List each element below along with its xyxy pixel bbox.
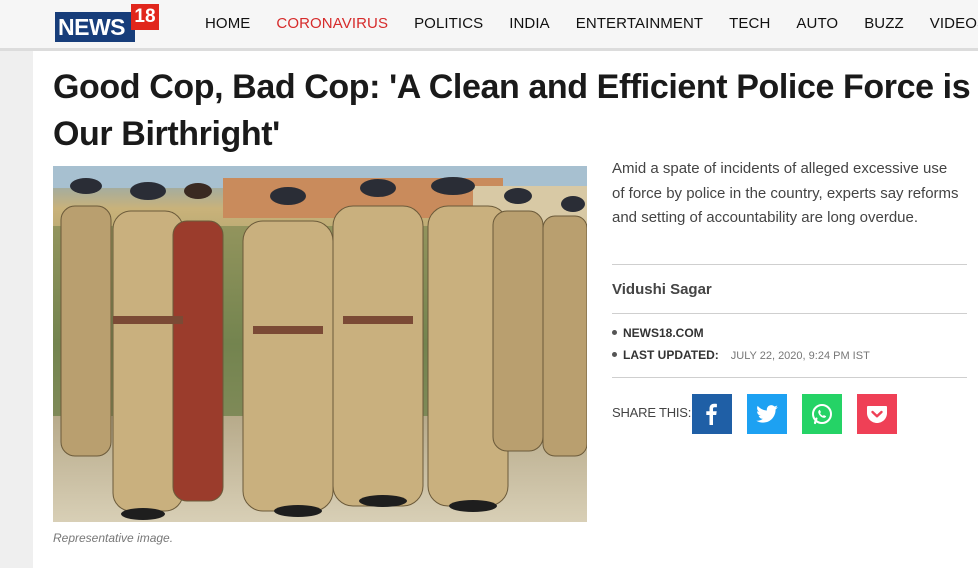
main-nav: HOME CORONAVIRUS POLITICS INDIA ENTERTAI… xyxy=(205,0,978,48)
facebook-share-button[interactable] xyxy=(692,394,732,434)
divider xyxy=(612,313,967,314)
updated-label: LAST UPDATED: xyxy=(623,348,719,362)
bullet xyxy=(612,330,617,336)
twitter-share-button[interactable] xyxy=(747,394,787,434)
logo-text: NEWS xyxy=(55,12,135,42)
twitter-icon xyxy=(756,405,778,423)
nav-item-politics[interactable]: POLITICS xyxy=(414,0,483,48)
whatsapp-share-button[interactable] xyxy=(802,394,842,434)
updated-line: LAST UPDATED: JULY 22, 2020, 9:24 PM IST xyxy=(612,348,870,362)
article-container: Good Cop, Bad Cop: 'A Clean and Efficien… xyxy=(33,51,978,568)
article-summary: Amid a spate of incidents of alleged exc… xyxy=(612,160,959,226)
logo-number: 18 xyxy=(131,4,159,30)
police-officers-illustration xyxy=(53,166,587,522)
whatsapp-icon xyxy=(812,404,832,425)
divider xyxy=(612,264,967,265)
news18-logo[interactable]: NEWS 18 xyxy=(55,4,159,42)
nav-item-auto[interactable]: AUTO xyxy=(796,0,838,48)
nav-item-buzz[interactable]: BUZZ xyxy=(864,0,904,48)
article-photo[interactable] xyxy=(53,166,587,522)
image-caption: Representative image. xyxy=(53,531,174,545)
top-navigation-bar: NEWS 18 HOME CORONAVIRUS POLITICS INDIA … xyxy=(0,0,978,51)
article-headline: Good Cop, Bad Cop: 'A Clean and Efficien… xyxy=(53,68,971,153)
divider xyxy=(612,377,967,378)
nav-item-coronavirus[interactable]: CORONAVIRUS xyxy=(276,0,388,48)
source-text: NEWS18.COM xyxy=(623,326,704,340)
bullet xyxy=(612,352,617,358)
nav-item-home[interactable]: HOME xyxy=(205,0,250,48)
share-label: SHARE THIS: xyxy=(612,405,692,420)
nav-item-entertainment[interactable]: ENTERTAINMENT xyxy=(576,0,703,48)
pocket-icon xyxy=(867,406,887,423)
source-line: NEWS18.COM xyxy=(612,326,704,340)
pocket-share-button[interactable] xyxy=(857,394,897,434)
author-name[interactable]: Vidushi Sagar xyxy=(612,281,712,298)
updated-value: JULY 22, 2020, 9:24 PM IST xyxy=(730,350,870,362)
nav-item-india[interactable]: INDIA xyxy=(509,0,550,48)
nav-item-videos[interactable]: VIDEOS xyxy=(930,0,978,48)
facebook-icon xyxy=(706,403,717,425)
nav-item-tech[interactable]: TECH xyxy=(729,0,770,48)
